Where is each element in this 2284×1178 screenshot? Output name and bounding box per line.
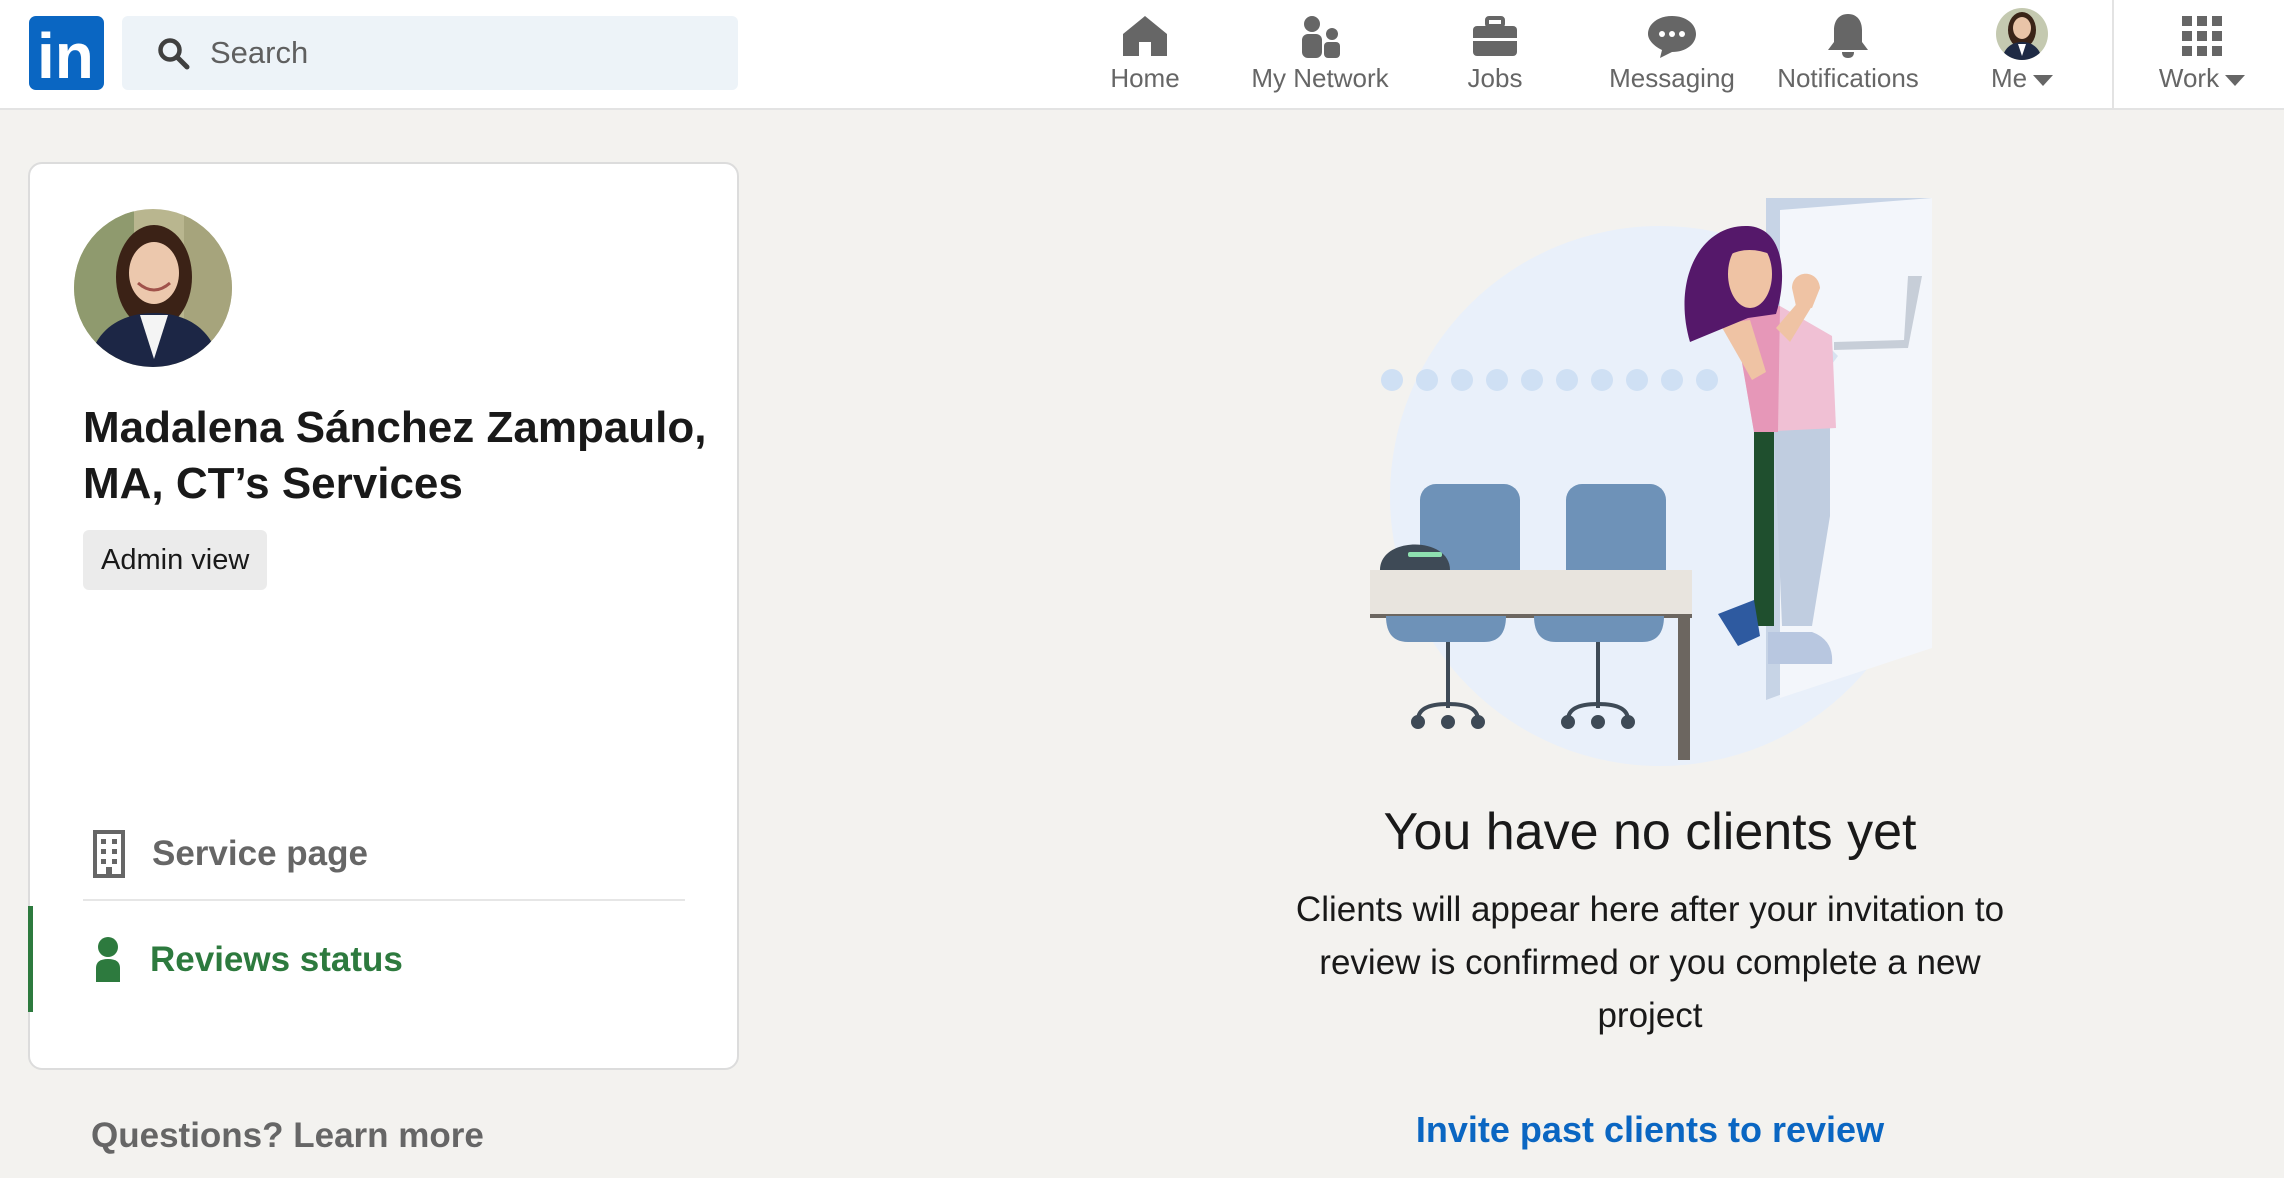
nav-me[interactable]: Me xyxy=(1966,0,2078,110)
menu-item-reviews-status[interactable]: Reviews status xyxy=(28,906,739,1012)
nav-jobs[interactable]: Jobs xyxy=(1440,0,1550,110)
nav-me-label: Me xyxy=(1966,62,2078,94)
admin-view-badge: Admin view xyxy=(83,530,268,590)
service-sidebar-card: Madalena Sánchez Zampaulo, MA, CT’s Serv… xyxy=(28,162,739,1155)
search-placeholder: Search xyxy=(210,35,309,70)
service-page-title: Madalena Sánchez Zampaulo, MA, CT’s Serv… xyxy=(83,403,707,508)
empty-state-description: Clients will appear here after your invi… xyxy=(1295,890,2005,1035)
active-indicator xyxy=(28,906,33,1012)
top-navbar: in Search Home My Network Jobs Messaging… xyxy=(0,0,2284,110)
menu-item-service-page-label: Service page xyxy=(152,834,368,873)
building-icon xyxy=(93,830,125,878)
home-icon xyxy=(1123,16,1167,56)
nav-notifications[interactable]: Notifications xyxy=(1766,0,1930,110)
divider xyxy=(83,899,685,901)
empty-state-illustration xyxy=(1370,198,1932,766)
grid-icon xyxy=(2182,16,2222,56)
avatar xyxy=(1996,8,2048,60)
nav-messaging[interactable]: Messaging xyxy=(1596,0,1748,110)
empty-state-title: You have no clients yet xyxy=(1383,803,1917,861)
search-icon xyxy=(158,38,190,70)
linkedin-logo[interactable]: in xyxy=(29,16,104,90)
nav-my-network[interactable]: My Network xyxy=(1240,0,1400,110)
nav-messaging-label: Messaging xyxy=(1609,63,1735,93)
search-input[interactable]: Search xyxy=(122,16,738,90)
menu-item-service-page[interactable]: Service page xyxy=(30,800,739,906)
invite-past-clients-link[interactable]: Invite past clients to review xyxy=(1300,1108,2000,1152)
nav-divider xyxy=(2112,0,2114,110)
chevron-down-icon xyxy=(2225,74,2246,86)
nav-home[interactable]: Home xyxy=(1090,0,1200,110)
nav-home-label: Home xyxy=(1110,63,1180,93)
briefcase-icon xyxy=(1473,16,1517,56)
person-icon xyxy=(96,937,120,982)
nav-work-label: Work xyxy=(2140,62,2264,94)
nav-jobs-label: Jobs xyxy=(1467,63,1523,93)
menu-item-reviews-status-label: Reviews status xyxy=(150,940,403,979)
chat-bubble-icon xyxy=(1648,16,1696,58)
nav-work[interactable]: Work xyxy=(2140,0,2264,110)
profile-photo[interactable] xyxy=(74,209,232,367)
learn-more-link[interactable]: Questions? Learn more xyxy=(91,1116,484,1156)
nav-notifications-label: Notifications xyxy=(1777,63,1919,93)
bell-icon xyxy=(1828,14,1868,58)
nav-my-network-label: My Network xyxy=(1251,63,1389,93)
chevron-down-icon xyxy=(2033,74,2054,86)
svg-text:in: in xyxy=(37,20,94,90)
people-icon xyxy=(1302,16,1340,58)
